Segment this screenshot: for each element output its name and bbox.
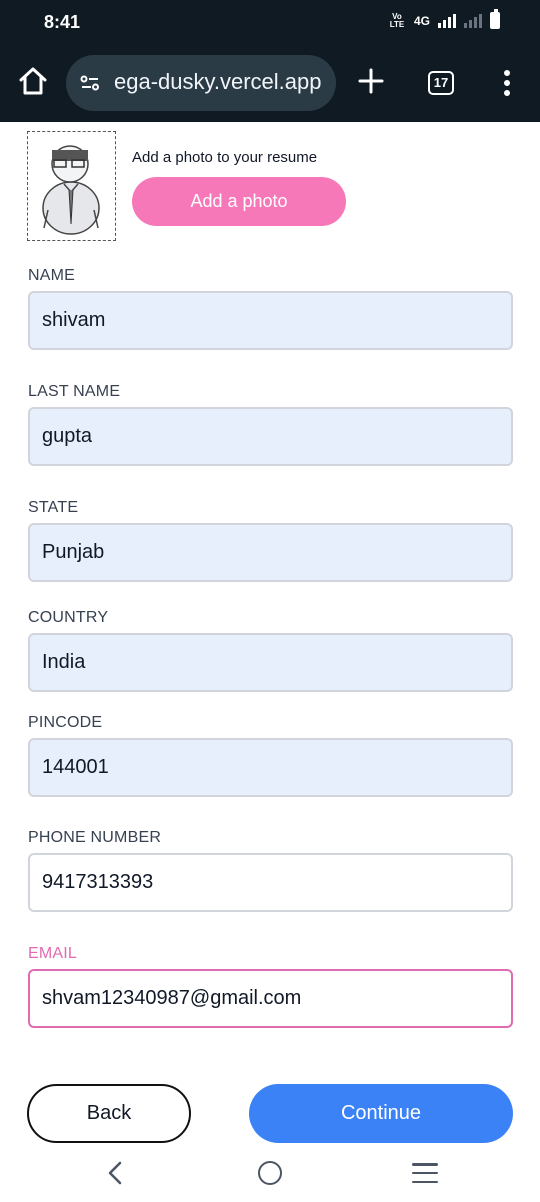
volte-indicator: Vo LTE	[389, 11, 405, 29]
name-input[interactable]: shivam	[28, 291, 513, 350]
tabs-icon[interactable]: 17	[428, 71, 454, 95]
nav-back-icon[interactable]	[104, 1161, 126, 1185]
state-input[interactable]: Punjab	[28, 523, 513, 582]
phone-label: PHONE NUMBER	[28, 829, 162, 846]
status-icons: Vo LTE 4G	[388, 9, 500, 29]
state-label: STATE	[28, 499, 79, 516]
email-label: EMAIL	[28, 945, 78, 962]
add-photo-button[interactable]: Add a photo	[132, 177, 346, 226]
address-bar[interactable]: ega-dusky.vercel.app	[66, 55, 336, 111]
last-name-input[interactable]: gupta	[28, 407, 513, 466]
signal-2-icon	[464, 13, 482, 28]
nav-recents-icon[interactable]	[412, 1163, 438, 1183]
country-input[interactable]: India	[28, 633, 513, 692]
pincode-label: PINCODE	[28, 714, 103, 731]
more-vert-icon[interactable]	[500, 70, 514, 96]
network-type: 4G	[413, 13, 430, 28]
back-button[interactable]: Back	[27, 1084, 191, 1143]
plus-icon[interactable]	[358, 68, 384, 94]
url-text[interactable]: ega-dusky.vercel.app	[114, 69, 322, 95]
phone-input[interactable]: 9417313393	[28, 853, 513, 912]
country-label: COUNTRY	[28, 609, 109, 626]
last-name-label: LAST NAME	[28, 383, 121, 400]
home-icon[interactable]	[16, 64, 50, 98]
avatar-placeholder	[27, 131, 116, 241]
pincode-input[interactable]: 144001	[28, 738, 513, 797]
battery-icon	[490, 9, 500, 29]
name-label: NAME	[28, 267, 76, 284]
browser-chrome: 8:41 Vo LTE 4G ega-dusky.vercel.app 17	[0, 0, 540, 122]
nav-home-icon[interactable]	[258, 1161, 282, 1185]
signal-icon	[438, 13, 456, 28]
email-input[interactable]: shvam12340987@gmail.com	[28, 969, 513, 1028]
photo-caption: Add a photo to your resume	[132, 149, 318, 166]
status-time: 8:41	[44, 12, 81, 32]
site-settings-icon[interactable]	[80, 73, 100, 93]
continue-button[interactable]: Continue	[249, 1084, 513, 1143]
